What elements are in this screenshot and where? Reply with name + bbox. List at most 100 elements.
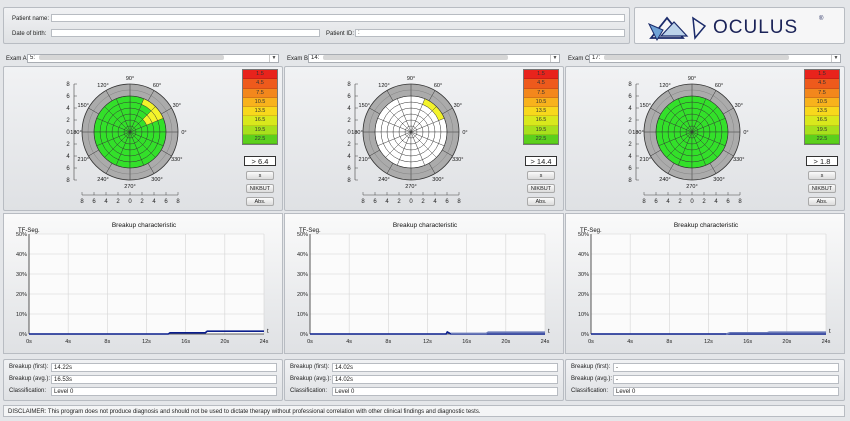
x-tick-label: 8s [385,339,391,345]
classification-value: Level 0 [332,387,558,396]
angle-label: 270° [124,184,135,190]
nikbut-button[interactable]: NIKBUT [246,184,274,193]
x-tick-label: 12s [423,339,432,345]
y-tick-label: 8 [628,178,632,184]
x-tick-label: 8 [361,199,365,205]
y-tick-label: 30% [578,272,589,278]
x-tick-label: 4 [666,199,670,205]
angle-label: 90° [688,76,696,82]
exam-c-select[interactable]: 17: ▼ [589,54,841,63]
angle-label: 210° [78,157,89,163]
scale-step: 19.5 [524,125,558,136]
chevron-down-icon[interactable]: ▼ [831,55,840,62]
y-tick-label: 40% [297,252,308,258]
angle-label: 180° [70,130,81,136]
x-tick-label: 8 [642,199,646,205]
angle-label: 150° [78,103,89,109]
y-tick-label: 10% [297,312,308,318]
x-tick-label: 8 [176,199,180,205]
patient-name-field[interactable] [51,14,625,22]
angle-label: 300° [151,177,162,183]
logo-panel: OCULUS ® [634,7,845,44]
x-tick-label: 6 [92,199,96,205]
scale-step: 10.5 [805,97,839,108]
exam-c-label: Exam C: [568,56,592,62]
angle-label: 180° [351,130,362,136]
chevron-down-icon[interactable]: ▼ [550,55,559,62]
x-tick-label: 16s [462,339,471,345]
breakup-first-label: Breakup (first): [571,364,611,370]
logo-text: OCULUS [713,17,799,38]
seconds-button[interactable]: s [808,171,836,180]
x-tick-label: 0s [307,339,313,345]
abs-button[interactable]: Abs. [808,197,836,206]
x-tick-label: 8 [738,199,742,205]
tear-film-map-panel: 8 8 6 6 4 4 2 2 0 0 2 2 4 4 6 6 8 8 90° 60° 30° 0° 330° 300° 270… [284,66,564,211]
date-of-birth-field[interactable] [51,29,320,37]
logo-registered-mark: ® [819,16,824,22]
scale-step: 19.5 [805,125,839,136]
chevron-down-icon[interactable]: ▼ [269,55,278,62]
exam-b-select[interactable]: 14: ▼ [308,54,560,63]
y-tick-label: 2 [66,118,70,124]
breakup-avg-value: 16.53s [51,375,277,384]
x-tick-label: 6 [654,199,658,205]
classification-value: Level 0 [51,387,277,396]
scale-step: 22.5 [524,135,558,145]
x-tick-label: 8 [80,199,84,205]
angle-label: 90° [407,76,415,82]
y-tick-label: 4 [347,106,351,112]
x-tick-label: 16s [743,339,752,345]
nikbut-button[interactable]: NIKBUT [808,184,836,193]
angle-label: 180° [632,130,643,136]
scale-step: 4.5 [524,79,558,89]
angle-label: 330° [452,157,463,163]
y-tick-label: 20% [16,292,27,298]
tear-film-map-panel: 8 8 6 6 4 4 2 2 0 0 2 2 4 4 6 6 8 8 90° 60° 30° 0° 330° 300° 270… [3,66,283,211]
breakup-first-label: Breakup (first): [9,364,49,370]
seconds-button[interactable]: s [246,171,274,180]
x-tick-label: 2 [421,199,425,205]
angle-label: 0° [181,130,186,136]
y-tick-label: 50% [297,232,308,238]
x-tick-label: 2 [702,199,706,205]
breakup-avg-value: 14.02s [332,375,558,384]
abs-button[interactable]: Abs. [246,197,274,206]
exam-select-value: 14: [311,55,320,62]
y-tick-label: 10% [578,312,589,318]
exam-a-select[interactable]: 5: ▼ [27,54,279,63]
y-tick-label: 40% [16,252,27,258]
abs-button[interactable]: Abs. [527,197,555,206]
y-tick-label: 8 [628,82,632,88]
chart-title: Breakup characteristic [112,222,177,229]
angle-label: 60° [715,83,723,89]
x-tick-label: 6 [164,199,168,205]
x-tick-label: 0s [588,339,594,345]
scale-step: 13.5 [805,107,839,117]
y-tick-label: 4 [66,154,70,160]
x-tick-label: 4 [385,199,389,205]
scale-step: 4.5 [243,79,277,89]
scale-step: 1.5 [524,70,558,80]
x-tick-label: 4 [152,199,156,205]
classification-value: Level 0 [613,387,839,396]
seconds-button[interactable]: s [527,171,555,180]
y-tick-label: 0% [19,332,27,338]
y-tick-label: 4 [66,106,70,112]
y-tick-label: 30% [16,272,27,278]
angle-label: 0° [743,130,748,136]
angle-label: 300° [713,177,724,183]
y-tick-label: 50% [578,232,589,238]
patient-id-field[interactable]: : [355,29,625,37]
y-tick-label: 6 [347,166,351,172]
scale-step: 16.5 [524,116,558,126]
tear-film-map-panel: 8 8 6 6 4 4 2 2 0 0 2 2 4 4 6 6 8 8 90° 60° 30° 0° 330° 300° 270… [565,66,845,211]
x-tick-label: 2 [116,199,120,205]
y-tick-label: 2 [628,142,632,148]
y-tick-label: 2 [347,118,351,124]
x-tick-label: 20s [782,339,791,345]
scale-step: 7.5 [524,88,558,98]
x-tick-label: 24s [260,339,269,345]
angle-label: 210° [359,157,370,163]
nikbut-button[interactable]: NIKBUT [527,184,555,193]
